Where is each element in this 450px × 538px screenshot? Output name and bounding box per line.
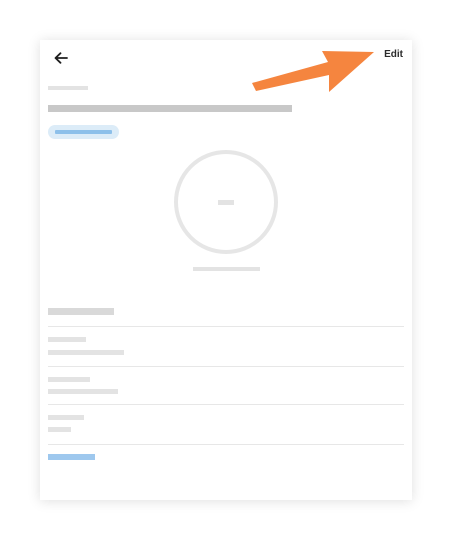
field-value-placeholder xyxy=(48,350,124,355)
field-label-placeholder xyxy=(48,377,90,382)
divider xyxy=(48,326,404,327)
status-badge xyxy=(48,125,119,139)
annotation-arrow-icon xyxy=(252,51,374,92)
progress-caption-placeholder xyxy=(193,267,260,271)
field-label-placeholder xyxy=(48,415,84,420)
title-placeholder xyxy=(48,105,292,112)
subtitle-placeholder xyxy=(48,86,88,90)
detail-card: Edit xyxy=(40,40,412,500)
arrow-left-icon xyxy=(54,52,68,64)
progress-value-placeholder xyxy=(218,200,234,205)
edit-button[interactable]: Edit xyxy=(384,49,403,60)
status-badge-text-placeholder xyxy=(55,130,112,134)
back-button[interactable] xyxy=(50,48,72,68)
divider xyxy=(48,366,404,367)
section-heading-placeholder xyxy=(48,308,114,315)
link-placeholder[interactable] xyxy=(48,454,95,460)
divider xyxy=(48,444,404,445)
field-label-placeholder xyxy=(48,337,86,342)
field-value-placeholder xyxy=(48,427,71,432)
field-value-placeholder xyxy=(48,389,118,394)
divider xyxy=(48,404,404,405)
